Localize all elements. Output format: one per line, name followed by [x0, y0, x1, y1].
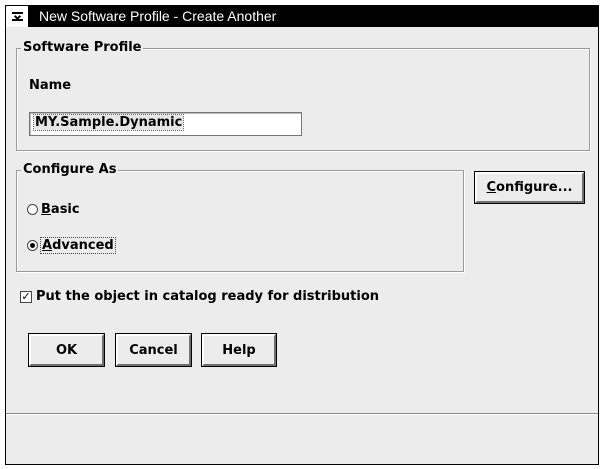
status-divider: [6, 413, 598, 415]
catalog-checkbox-row[interactable]: ✓ Put the object in catalog ready for di…: [20, 289, 379, 304]
help-button[interactable]: Help: [201, 333, 277, 367]
configure-as-legend: Configure As: [21, 162, 119, 177]
configure-button-label: Configure...: [486, 180, 573, 195]
radio-advanced-indicator: [27, 240, 38, 251]
radio-basic-label: Basic: [41, 202, 80, 217]
system-menu-icon: [11, 12, 23, 21]
system-menu-button[interactable]: [6, 6, 29, 27]
window-title: New Software Profile - Create Another: [39, 8, 277, 24]
checkmark-icon: ✓: [21, 289, 31, 303]
name-field-value: MY.Sample.Dynamic: [32, 114, 185, 131]
software-profile-legend: Software Profile: [21, 40, 144, 55]
title-bar[interactable]: New Software Profile - Create Another: [6, 6, 598, 27]
name-label: Name: [29, 78, 72, 93]
catalog-checkbox-label: Put the object in catalog ready for dist…: [36, 289, 380, 304]
dialog-window: New Software Profile - Create Another So…: [5, 5, 599, 465]
radio-advanced[interactable]: Advanced: [27, 237, 116, 254]
radio-basic-indicator: [27, 204, 38, 215]
configure-button[interactable]: Configure...: [474, 171, 585, 204]
name-field[interactable]: MY.Sample.Dynamic: [29, 112, 302, 136]
ok-button-label: OK: [55, 342, 78, 358]
radio-advanced-label: Advanced: [40, 237, 116, 254]
radio-basic[interactable]: Basic: [27, 202, 80, 217]
help-button-label: Help: [222, 342, 256, 358]
cancel-button[interactable]: Cancel: [115, 333, 192, 367]
software-profile-group: Software Profile Name MY.Sample.Dynamic: [16, 40, 590, 151]
catalog-checkbox[interactable]: ✓: [20, 289, 32, 303]
cancel-button-label: Cancel: [129, 342, 178, 358]
ok-button[interactable]: OK: [28, 333, 105, 367]
configure-as-group: Configure As Basic Advanced: [16, 162, 464, 272]
